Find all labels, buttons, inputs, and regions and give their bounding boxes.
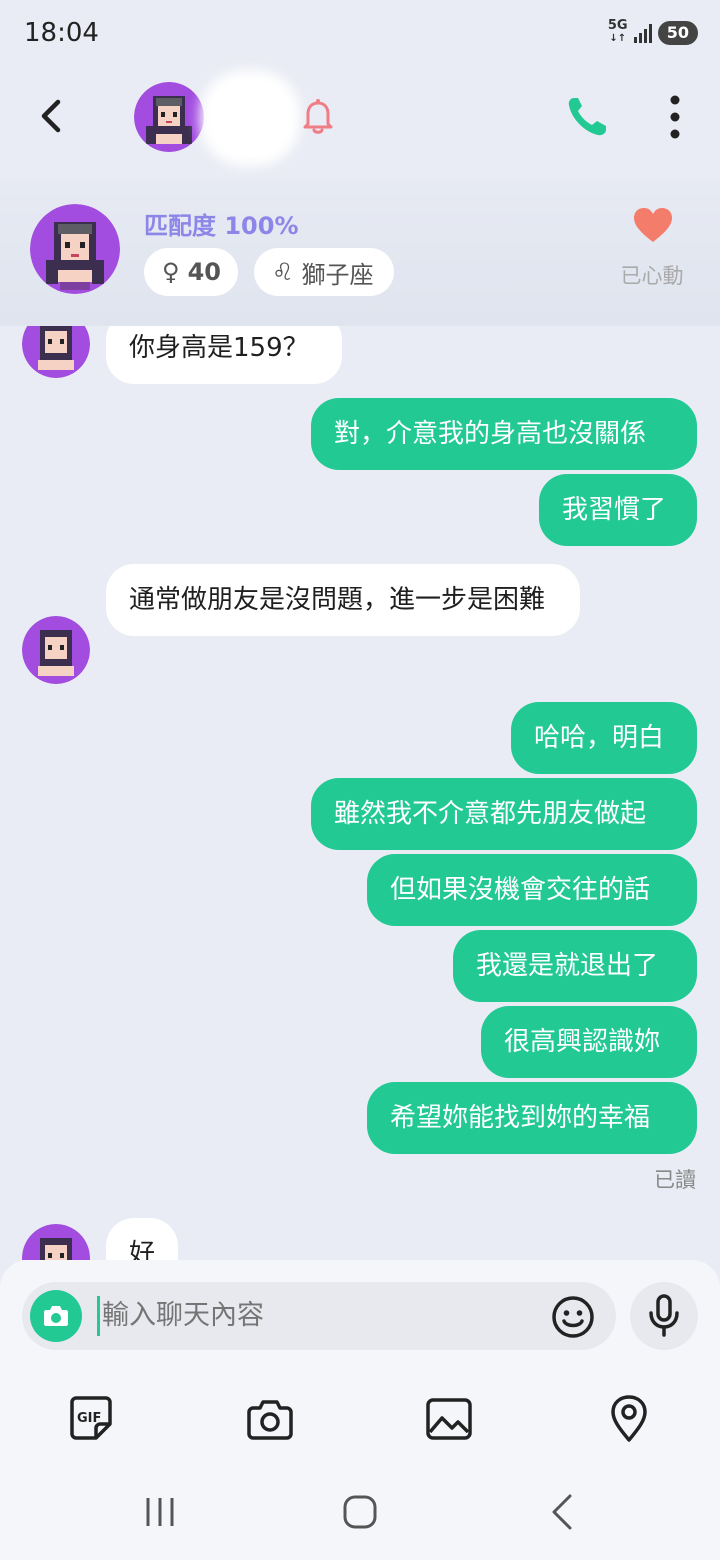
age-value: 40	[187, 258, 221, 286]
chat-header	[0, 66, 720, 176]
age-chip: ♀ 40	[144, 248, 238, 296]
microphone-icon	[649, 1294, 679, 1337]
message-incoming: 好	[106, 1218, 178, 1260]
status-icons: 5G ↓↑ 50	[607, 18, 698, 45]
back-icon[interactable]	[542, 1492, 582, 1532]
female-icon: ♀	[162, 258, 180, 286]
message-incoming: 通常做朋友是沒問題，進一步是困難	[106, 564, 580, 636]
message-outgoing: 但如果沒機會交往的話	[367, 854, 697, 926]
zodiac-chip: ♌ 獅子座	[254, 248, 394, 296]
camera-icon	[44, 1306, 68, 1326]
emoji-icon[interactable]	[550, 1294, 596, 1340]
message-avatar[interactable]	[22, 1224, 90, 1260]
profile-card[interactable]: 匹配度 100% ♀ 40 ♌ 獅子座 已心動	[0, 180, 720, 326]
location-icon[interactable]	[604, 1394, 654, 1444]
message-outgoing: 我習慣了	[539, 474, 697, 546]
message-input[interactable]	[102, 1296, 542, 1336]
message-incoming: 你身高是159？	[106, 326, 342, 384]
contact-avatar[interactable]	[134, 82, 204, 152]
text-caret	[97, 1296, 100, 1336]
camera-icon[interactable]	[245, 1394, 295, 1444]
network-label: 5G	[607, 18, 628, 33]
read-receipt: 已讀	[654, 1168, 696, 1192]
leo-icon: ♌	[272, 258, 294, 286]
network-indicator: 5G ↓↑	[607, 18, 628, 45]
message-outgoing: 我還是就退出了	[453, 930, 697, 1002]
voice-button[interactable]	[630, 1282, 698, 1350]
gif-icon[interactable]: GIF	[66, 1394, 116, 1444]
chevron-left-icon[interactable]	[30, 94, 74, 138]
message-outgoing: 對，介意我的身高也沒關係	[311, 398, 697, 470]
message-avatar[interactable]	[22, 326, 90, 378]
match-percentage: 匹配度 100%	[144, 212, 299, 240]
message-input-pill[interactable]	[22, 1282, 616, 1350]
profile-avatar[interactable]	[30, 204, 120, 294]
zodiac-label: 獅子座	[301, 260, 374, 289]
home-icon[interactable]	[340, 1492, 380, 1532]
image-icon[interactable]	[424, 1394, 474, 1444]
phone-icon[interactable]	[562, 92, 612, 142]
camera-button[interactable]	[30, 1290, 82, 1342]
recents-icon[interactable]	[140, 1492, 180, 1532]
signal-icon	[633, 23, 652, 43]
status-time: 18:04	[24, 18, 99, 48]
system-nav-bar	[0, 1460, 720, 1560]
liked-label: 已心動	[620, 264, 684, 288]
message-list[interactable]: 你身高是159？ 對，介意我的身高也沒關係 我習慣了 通常做朋友是沒問題，進一步…	[0, 326, 720, 1260]
heart-icon[interactable]	[632, 206, 674, 244]
bell-icon[interactable]	[298, 96, 338, 136]
more-vertical-icon[interactable]	[660, 94, 690, 140]
message-outgoing: 哈哈，明白	[511, 702, 697, 774]
message-avatar[interactable]	[22, 616, 90, 684]
message-outgoing: 希望妳能找到妳的幸福	[367, 1082, 697, 1154]
contact-name-redacted	[200, 70, 300, 166]
message-outgoing: 雖然我不介意都先朋友做起	[311, 778, 697, 850]
status-bar: 18:04 5G ↓↑ 50	[0, 0, 720, 66]
battery-icon: 50	[657, 20, 698, 45]
data-arrows-icon: ↓↑	[609, 33, 627, 44]
composer: GIF	[0, 1260, 720, 1460]
svg-text:GIF: GIF	[77, 1411, 101, 1426]
message-outgoing: 很高興認識妳	[481, 1006, 697, 1078]
